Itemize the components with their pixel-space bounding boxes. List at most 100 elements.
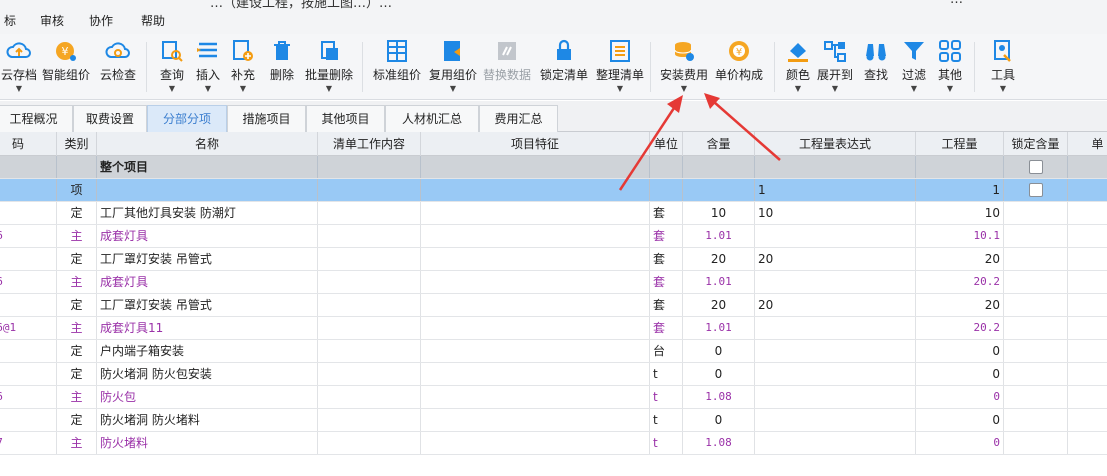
cell-col-code[interactable]: 756@1 bbox=[0, 317, 57, 339]
cell-col-lock-ratio[interactable] bbox=[1004, 340, 1068, 362]
tab-sub-items[interactable]: 分部分项 bbox=[147, 105, 227, 132]
cell-col-lock-ratio[interactable] bbox=[1004, 202, 1068, 224]
cell-col-type[interactable]: 项 bbox=[57, 179, 97, 201]
table-row[interactable]: 687主防火堵料 t1.08 0 bbox=[0, 432, 1107, 455]
table-row[interactable]: 8定工厂罩灯安装 吊管式套202020 bbox=[0, 294, 1107, 317]
cell-col-work-content[interactable] bbox=[318, 271, 421, 293]
cell-col-features[interactable] bbox=[421, 432, 650, 454]
cell-col-unit-price[interactable] bbox=[1068, 156, 1107, 178]
cloud-save-button[interactable]: 云存档 ▼ bbox=[0, 34, 38, 100]
cell-col-ratio[interactable]: 0 bbox=[683, 363, 755, 385]
cell-col-quantity[interactable]: 20 bbox=[916, 294, 1004, 316]
supplement-button[interactable]: 补充 ▼ bbox=[228, 34, 258, 100]
cell-col-code[interactable] bbox=[0, 179, 57, 201]
cell-col-code[interactable] bbox=[0, 409, 57, 431]
cell-col-ratio[interactable] bbox=[683, 179, 755, 201]
cell-col-unit[interactable]: 套 bbox=[650, 225, 683, 247]
cell-col-features[interactable] bbox=[421, 294, 650, 316]
cell-col-work-content[interactable] bbox=[318, 202, 421, 224]
table-row[interactable]: 定防火堵洞 防火包安装 t 0 0 bbox=[0, 363, 1107, 386]
header-col-unit-price[interactable]: 单 bbox=[1068, 132, 1107, 156]
cell-col-ratio[interactable]: 20 bbox=[683, 248, 755, 270]
cell-col-lock-ratio[interactable] bbox=[1004, 409, 1068, 431]
summary-row[interactable]: 整个项目 bbox=[0, 156, 1107, 179]
cell-col-ratio[interactable]: 1.01 bbox=[683, 225, 755, 247]
cell-col-quantity[interactable]: 20 bbox=[916, 248, 1004, 270]
cell-col-features[interactable] bbox=[421, 179, 650, 201]
cell-col-ratio[interactable]: 0 bbox=[683, 340, 755, 362]
cell-col-ratio[interactable]: 20 bbox=[683, 294, 755, 316]
cell-col-lock-ratio[interactable] bbox=[1004, 271, 1068, 293]
header-col-type[interactable]: 类别 bbox=[57, 132, 97, 156]
cell-col-quantity[interactable]: 10.1 bbox=[916, 225, 1004, 247]
cell-col-unit[interactable]: t bbox=[650, 409, 683, 431]
cell-col-features[interactable] bbox=[421, 271, 650, 293]
cell-col-type[interactable] bbox=[57, 156, 97, 178]
replace-data-button[interactable]: 替换数据 bbox=[480, 34, 534, 100]
menu-item-review[interactable]: 审核 bbox=[40, 12, 64, 29]
cell-col-unit-price[interactable] bbox=[1068, 363, 1107, 385]
cell-col-code[interactable]: 686 bbox=[0, 386, 57, 408]
batch-delete-button[interactable]: 批量删除 ▼ bbox=[302, 34, 356, 100]
cell-col-name[interactable]: 成套灯具11 bbox=[97, 317, 318, 339]
cell-col-code[interactable]: 8 bbox=[0, 248, 57, 270]
cell-col-unit-price[interactable] bbox=[1068, 179, 1107, 201]
cell-col-code[interactable] bbox=[0, 363, 57, 385]
cell-col-quantity[interactable]: 20.2 bbox=[916, 271, 1004, 293]
lock-ratio-checkbox[interactable] bbox=[1028, 160, 1043, 174]
tab-fee-settings[interactable]: 取费设置 bbox=[73, 105, 147, 132]
cell-col-unit-price[interactable] bbox=[1068, 409, 1107, 431]
cell-col-name[interactable]: 成套灯具 bbox=[97, 271, 318, 293]
cell-col-expression[interactable] bbox=[755, 271, 916, 293]
cell-col-expression[interactable] bbox=[755, 156, 916, 178]
cell-col-work-content[interactable] bbox=[318, 179, 421, 201]
table-row[interactable]: 3定工厂其他灯具安装 防潮灯套101010 bbox=[0, 202, 1107, 225]
cell-col-expression[interactable] bbox=[755, 363, 916, 385]
cell-col-unit[interactable]: t bbox=[650, 432, 683, 454]
cell-col-expression[interactable]: 20 bbox=[755, 294, 916, 316]
delete-button[interactable]: 删除 bbox=[264, 34, 300, 100]
cell-col-features[interactable] bbox=[421, 317, 650, 339]
cell-col-type[interactable]: 定 bbox=[57, 294, 97, 316]
cell-col-expression[interactable] bbox=[755, 409, 916, 431]
color-button[interactable]: 颜色 ▼ bbox=[782, 34, 814, 100]
cell-col-lock-ratio[interactable] bbox=[1004, 225, 1068, 247]
cell-col-lock-ratio[interactable] bbox=[1004, 294, 1068, 316]
cell-col-expression[interactable] bbox=[755, 225, 916, 247]
cell-col-lock-ratio[interactable] bbox=[1004, 386, 1068, 408]
cell-col-quantity[interactable]: 0 bbox=[916, 340, 1004, 362]
header-col-ratio[interactable]: 含量 bbox=[683, 132, 755, 156]
tab-project-overview[interactable]: 工程概况 bbox=[0, 105, 73, 132]
cell-col-work-content[interactable] bbox=[318, 294, 421, 316]
cell-col-expression[interactable]: 1 bbox=[755, 179, 916, 201]
cell-col-unit-price[interactable] bbox=[1068, 248, 1107, 270]
menu-item-help[interactable]: 帮助 bbox=[141, 12, 165, 29]
cell-col-unit[interactable] bbox=[650, 156, 683, 178]
cell-col-name[interactable] bbox=[97, 179, 318, 201]
cell-col-work-content[interactable] bbox=[318, 363, 421, 385]
cell-col-ratio[interactable]: 10 bbox=[683, 202, 755, 224]
lock-ratio-checkbox[interactable] bbox=[1028, 183, 1043, 197]
cell-col-unit-price[interactable] bbox=[1068, 432, 1107, 454]
cell-col-lock-ratio[interactable] bbox=[1004, 248, 1068, 270]
tab-other-items[interactable]: 其他项目 bbox=[306, 105, 385, 132]
standard-pricing-button[interactable]: 标准组价 bbox=[370, 34, 424, 100]
cell-col-lock-ratio[interactable] bbox=[1004, 156, 1068, 178]
cell-col-name[interactable]: 防火堵洞 防火包安装 bbox=[97, 363, 318, 385]
insert-button[interactable]: 插入 ▼ bbox=[192, 34, 224, 100]
cloud-check-button[interactable]: 云检查 bbox=[96, 34, 140, 100]
cell-col-type[interactable]: 定 bbox=[57, 363, 97, 385]
cell-col-features[interactable] bbox=[421, 248, 650, 270]
find-button[interactable]: 查找 bbox=[860, 34, 892, 100]
unit-price-button[interactable]: ¥ 单价构成 bbox=[712, 34, 766, 100]
header-col-name[interactable]: 名称 bbox=[97, 132, 318, 156]
cell-col-ratio[interactable]: 1.01 bbox=[683, 317, 755, 339]
cell-col-type[interactable]: 定 bbox=[57, 248, 97, 270]
lock-list-button[interactable]: 锁定清单 bbox=[536, 34, 592, 100]
tab-materials-summary[interactable]: 人材机汇总 bbox=[385, 105, 479, 132]
cell-col-code[interactable]: 756 bbox=[0, 271, 57, 293]
cell-col-lock-ratio[interactable] bbox=[1004, 317, 1068, 339]
cell-col-features[interactable] bbox=[421, 409, 650, 431]
cell-col-quantity[interactable]: 0 bbox=[916, 386, 1004, 408]
organize-list-button[interactable]: 整理清单 ▼ bbox=[594, 34, 646, 100]
